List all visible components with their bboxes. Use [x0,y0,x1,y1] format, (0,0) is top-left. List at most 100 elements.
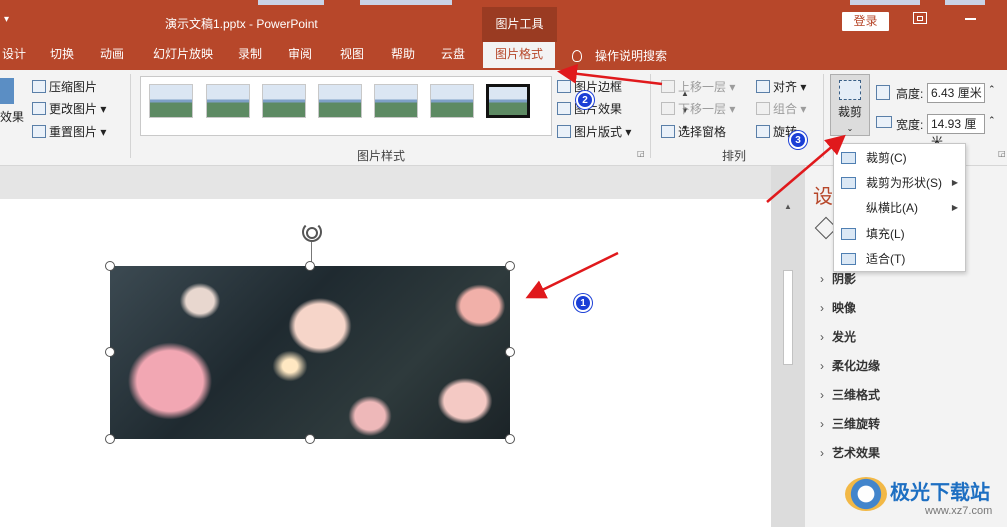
change-picture-button[interactable]: 更改图片 ▾ [32,100,106,117]
height-input[interactable]: 6.43 厘米 [927,83,985,103]
selection-pane-button[interactable]: 选择窗格 [661,123,726,140]
compress-pictures-button[interactable]: 压缩图片 [32,78,97,95]
menu-item-aspect-ratio[interactable]: 纵横比(A) ▶ [834,196,965,220]
minimize-icon[interactable] [965,18,976,20]
resize-handle-top[interactable] [305,261,315,271]
selected-picture[interactable] [110,266,510,439]
chevron-right-icon: › [820,359,824,373]
picture-style-4[interactable] [318,84,362,118]
tab-animations[interactable]: 动画 [92,42,132,70]
pane-section-3d-rotation[interactable]: › 三维旋转 [820,415,880,432]
tab-view[interactable]: 视图 [332,42,372,70]
menu-item-fill[interactable]: 填充(L) [834,222,965,246]
rotate-handle-icon[interactable] [302,222,322,242]
picture-style-6[interactable] [430,84,474,118]
chevron-right-icon: › [820,417,824,431]
fit-icon [841,253,856,265]
pane-section-reflection[interactable]: › 映像 [820,299,856,316]
fill-icon [841,228,856,240]
step-badge-2: 2 [576,91,594,109]
ribbon-display-icon[interactable] [913,12,927,24]
tab-slideshow[interactable]: 幻灯片放映 [146,42,220,70]
peek-tab [258,0,324,5]
reset-picture-button[interactable]: 重置图片 ▾ [32,123,106,140]
tab-transitions[interactable]: 切换 [42,42,82,70]
pane-section-soft-edges[interactable]: › 柔化边缘 [820,357,880,374]
picture-styles-group-label: 图片样式 [357,149,406,163]
tell-me-search[interactable]: 操作说明搜索 [572,47,667,64]
artistic-effects-label: 效果 [0,110,25,124]
picture-style-5[interactable] [374,84,418,118]
picture-style-7[interactable] [486,84,530,118]
tab-cloud[interactable]: 云盘 [433,42,473,70]
send-backward-button[interactable]: 下移一层 ▾ [661,100,735,117]
reset-picture-icon [32,125,46,138]
chevron-right-icon: › [820,330,824,344]
styles-dialog-launcher-icon[interactable]: ◲ [637,149,645,158]
pane-section-glow[interactable]: › 发光 [820,328,856,345]
bring-forward-button[interactable]: 上移一层 ▾ [661,78,735,95]
group-separator [130,74,131,158]
watermark-url: www.xz7.com [925,505,993,517]
watermark-logo-icon [845,477,887,511]
align-button[interactable]: 对齐 ▾ [756,78,806,95]
width-spinner[interactable]: ⌃ [988,115,996,126]
pane-section-3d-format[interactable]: › 三维格式 [820,386,880,403]
picture-style-3[interactable] [262,84,306,118]
section-label: 艺术效果 [832,446,881,460]
tab-design[interactable]: 设计 [0,42,28,70]
size-dialog-launcher-icon[interactable]: ◲ [998,149,1006,158]
section-label: 三维格式 [832,388,881,402]
picture-style-1[interactable] [149,84,193,118]
height-spinner[interactable]: ⌃ [988,84,996,95]
align-icon [756,80,770,93]
menu-item-label: 纵横比(A) [866,201,918,215]
quick-access-dropdown[interactable]: ▾ [4,14,9,25]
pen-icon [557,80,571,93]
crop-dropdown-menu: 裁剪(C) 裁剪为形状(S) ▶ 纵横比(A) ▶ 填充(L) 适合(T) [833,143,966,272]
align-label: 对齐 [773,80,798,94]
picture-style-2[interactable] [206,84,250,118]
width-input[interactable]: 14.93 厘米 [927,114,985,149]
peek-tab [850,0,920,5]
menu-item-label: 适合(T) [866,252,906,266]
resize-handle-top-left[interactable] [105,261,115,271]
group-button[interactable]: 组合 ▾ [756,100,806,117]
resize-handle-left[interactable] [105,347,115,357]
picture-layout-button[interactable]: 图片版式 ▾ [557,123,631,140]
resize-handle-bottom[interactable] [305,434,315,444]
step-badge-1: 1 [574,294,592,312]
tab-picture-format[interactable]: 图片格式 [483,42,555,70]
submenu-arrow-icon: ▶ [951,203,958,212]
chevron-right-icon: › [820,446,824,460]
peek-tab [360,0,452,5]
scroll-up-icon[interactable]: ▲ [784,202,792,211]
section-label: 阴影 [832,272,857,286]
menu-item-crop[interactable]: 裁剪(C) [834,146,965,170]
login-button[interactable]: 登录 [842,12,889,31]
picture-styles-gallery: ▲ ▼ ▾ [140,76,689,136]
pane-section-artistic-effects[interactable]: › 艺术效果 [820,444,880,461]
resize-handle-bottom-left[interactable] [105,434,115,444]
artistic-effects-button[interactable]: 效果 [0,108,24,125]
bring-forward-icon [661,80,675,93]
crop-label: 裁剪 [837,105,862,119]
pane-section-shadow[interactable]: › 阴影 [820,270,856,287]
compress-icon [32,80,46,93]
artistic-effects-icon [0,78,14,104]
tab-help[interactable]: 帮助 [383,42,423,70]
menu-item-fit[interactable]: 适合(T) [834,247,965,271]
layout-icon [557,125,571,138]
tab-record[interactable]: 录制 [230,42,270,70]
section-label: 柔化边缘 [832,359,881,373]
slide-pane-top [0,166,805,199]
scroll-thumb[interactable] [783,270,793,365]
crop-button[interactable]: 裁剪 ⌄ [830,74,870,136]
resize-handle-top-right[interactable] [505,261,515,271]
submenu-arrow-icon: ▶ [951,178,958,187]
vertical-scrollbar[interactable]: ▲ [771,166,805,527]
resize-handle-bottom-right[interactable] [505,434,515,444]
resize-handle-right[interactable] [505,347,515,357]
tab-review[interactable]: 审阅 [280,42,320,70]
menu-item-crop-to-shape[interactable]: 裁剪为形状(S) ▶ [834,171,965,195]
